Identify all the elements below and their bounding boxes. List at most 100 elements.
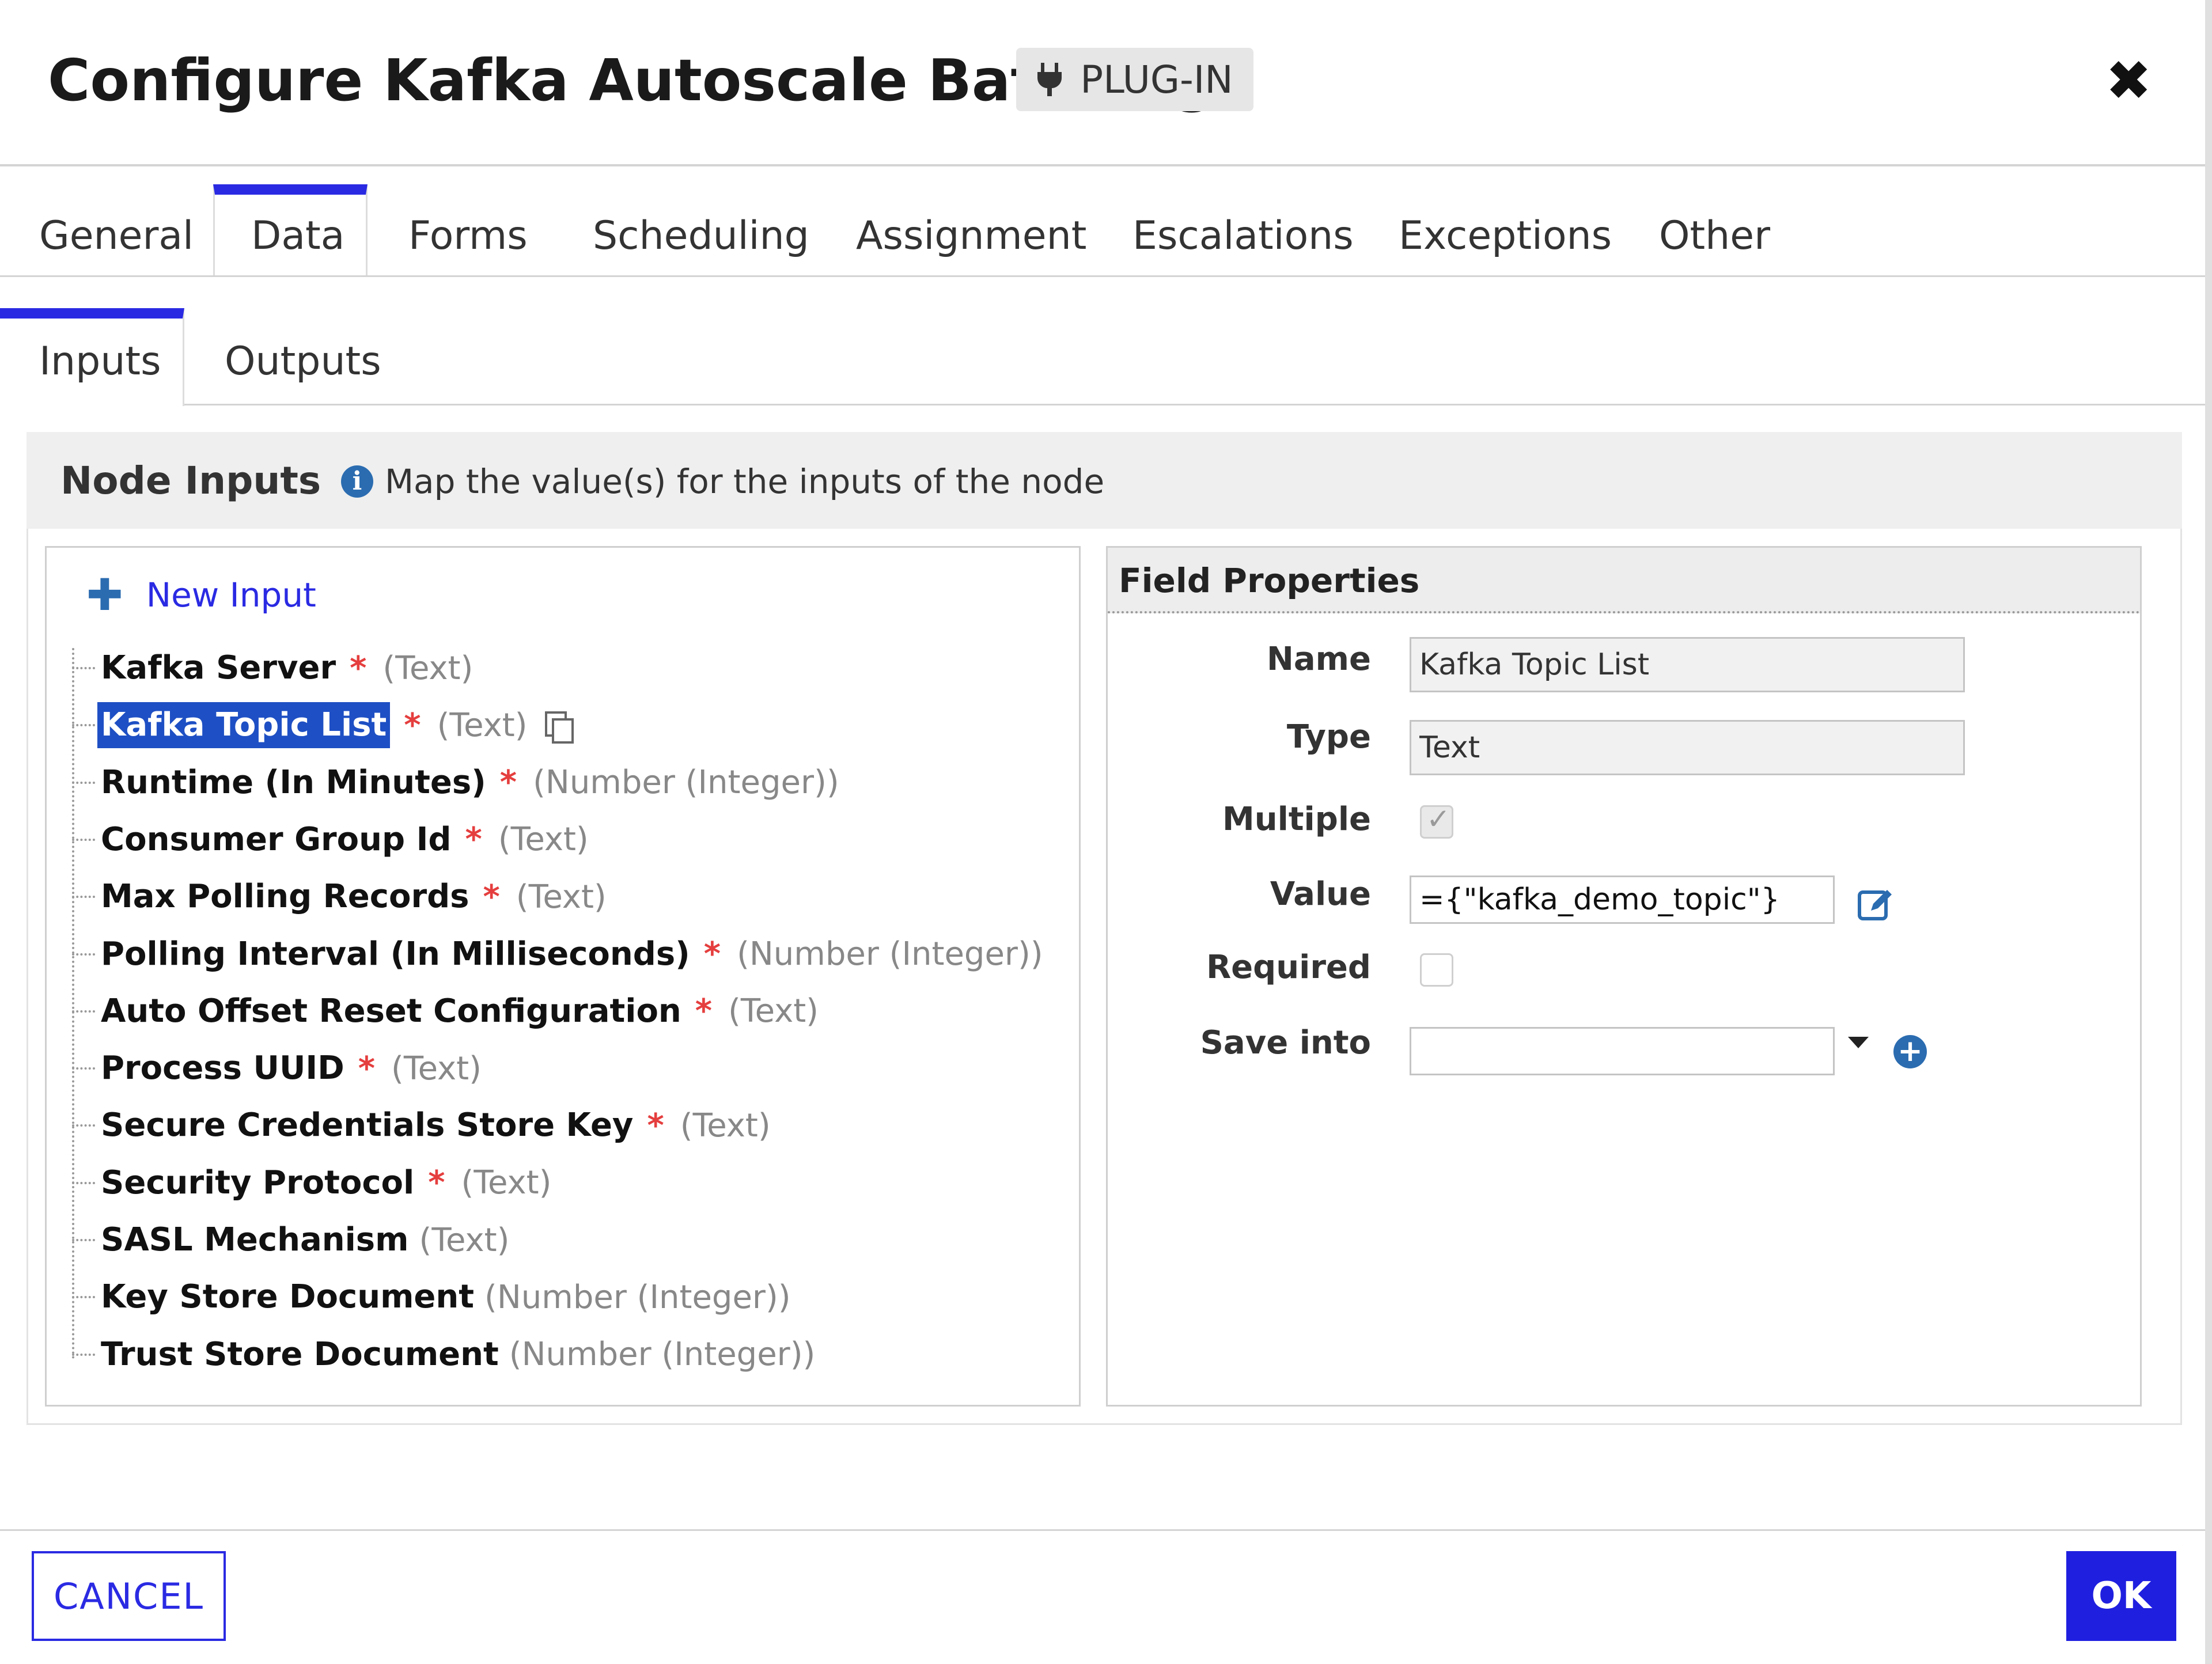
tree-item-type: (Text) (391, 1049, 482, 1087)
tab-other[interactable]: Other (1659, 213, 1770, 259)
required-marker: * (465, 821, 482, 859)
tree-item[interactable]: Trust Store Document (Number (Integer)) (72, 1329, 815, 1381)
tree-item-type: (Number (Integer)) (533, 764, 839, 802)
tree-connector-line (72, 1239, 95, 1241)
tree-connector-line (72, 838, 95, 841)
name-field[interactable] (1410, 637, 1965, 692)
tree-item[interactable]: SASL Mechanism (Text) (72, 1214, 509, 1266)
info-icon: i (341, 465, 373, 498)
tree-item-name: Security Protocol (101, 1163, 415, 1201)
tree-item-type: (Text) (382, 649, 474, 687)
plug-icon (1037, 63, 1062, 96)
tree-item-name: Key Store Document (101, 1278, 475, 1316)
tree-item-name: Max Polling Records (101, 878, 469, 916)
tree-item[interactable]: Secure Credentials Store Key * (Text) (72, 1100, 771, 1151)
tree-item[interactable]: Auto Offset Reset Configuration * (Text) (72, 985, 819, 1037)
tree-item-type: (Number (Integer)) (509, 1336, 816, 1374)
cancel-button[interactable]: CANCEL (32, 1551, 226, 1641)
plugin-badge-label: PLUG-IN (1080, 57, 1233, 102)
tree-item[interactable]: Key Store Document (Number (Integer)) (72, 1271, 791, 1323)
subtab-inputs[interactable]: Inputs (39, 339, 161, 385)
tree-item-name: Auto Offset Reset Configuration (101, 992, 681, 1030)
tree-item[interactable]: Consumer Group Id * (Text) (72, 814, 589, 866)
tree-item[interactable]: Kafka Topic List * (Text) (72, 699, 574, 751)
tree-connector-line (72, 896, 95, 899)
save-into-field[interactable] (1410, 1027, 1835, 1075)
tree-connector-line (72, 667, 95, 669)
tab-exceptions[interactable]: Exceptions (1399, 213, 1612, 259)
required-marker: * (647, 1106, 664, 1144)
tree-item-type: (Text) (437, 706, 528, 744)
required-marker: * (695, 992, 713, 1030)
window-edge (2205, 0, 2212, 1664)
tree-item-name: Kafka Topic List (97, 702, 391, 749)
tree-connector-line (72, 1010, 95, 1013)
ok-button[interactable]: OK (2066, 1551, 2176, 1641)
required-marker: * (703, 935, 721, 973)
required-marker: * (428, 1164, 445, 1202)
value-field[interactable] (1410, 875, 1835, 924)
tree-item-name: Trust Store Document (101, 1335, 499, 1373)
copy-icon[interactable] (544, 711, 574, 744)
tree-connector-line (72, 1181, 95, 1184)
tree-connector-line (72, 1124, 95, 1127)
tree-item[interactable]: Process UUID * (Text) (72, 1043, 482, 1094)
subtabs-divider (184, 404, 2205, 405)
edit-icon[interactable] (1856, 884, 1896, 924)
plugin-badge: PLUG-IN (1016, 48, 1253, 111)
tree-item-type: (Text) (516, 878, 607, 916)
header-divider (0, 164, 2205, 166)
tree-item[interactable]: Kafka Server * (Text) (72, 642, 473, 694)
tree-item-name: Secure Credentials Store Key (101, 1106, 634, 1144)
plus-icon: ✚ (86, 569, 123, 620)
required-marker: * (483, 878, 500, 916)
close-icon[interactable]: ✖ (2105, 53, 2152, 108)
tree-item-type: (Text) (728, 992, 819, 1030)
type-label: Type (1286, 718, 1371, 756)
tree-item-name: SASL Mechanism (101, 1221, 409, 1259)
tab-data[interactable]: Data (251, 213, 344, 259)
add-circle-icon[interactable]: + (1893, 1035, 1927, 1068)
tree-connector-line (72, 781, 95, 784)
tree-item-type: (Text) (461, 1164, 552, 1202)
required-label: Required (1206, 949, 1371, 986)
tree-item-name: Process UUID (101, 1049, 344, 1087)
tab-general[interactable]: General (39, 213, 194, 259)
chevron-down-icon[interactable] (1848, 1037, 1869, 1048)
tree-item-type: (Number (Integer)) (737, 935, 1043, 973)
value-label: Value (1270, 875, 1371, 913)
tab-scheduling[interactable]: Scheduling (593, 213, 809, 259)
new-input-label: New Input (146, 575, 316, 615)
tab-assignment[interactable]: Assignment (856, 213, 1086, 259)
tree-item-type: (Number (Integer)) (484, 1278, 791, 1316)
type-field[interactable] (1410, 720, 1965, 775)
tree-item-type: (Text) (498, 821, 589, 859)
tree-item-name: Runtime (In Minutes) (101, 763, 486, 801)
node-inputs-hint: Map the value(s) for the inputs of the n… (385, 462, 1105, 501)
tree-connector-line (72, 1067, 95, 1070)
tree-item-name: Consumer Group Id (101, 820, 452, 858)
required-marker: * (499, 764, 517, 802)
tabs-divider (0, 275, 2205, 277)
tree-item[interactable]: Max Polling Records * (Text) (72, 871, 607, 923)
tree-item-name: Kafka Server (101, 649, 336, 687)
tree-connector-line (72, 1296, 95, 1299)
tree-item[interactable]: Polling Interval (In Milliseconds) * (Numb… (72, 928, 1043, 980)
node-inputs-title: Node Inputs (60, 458, 321, 503)
tree-connector-line (72, 1353, 95, 1356)
tree-item[interactable]: Runtime (In Minutes) * (Number (Integer)) (72, 757, 839, 809)
save-into-label: Save into (1200, 1024, 1371, 1062)
required-checkbox[interactable] (1420, 953, 1453, 987)
new-input-button[interactable]: ✚ New Input (86, 572, 316, 618)
tab-forms[interactable]: Forms (408, 213, 528, 259)
footer-divider (0, 1529, 2205, 1531)
tree-connector-line (72, 953, 95, 956)
tree-item-name: Polling Interval (In Milliseconds) (101, 935, 690, 973)
tab-escalations[interactable]: Escalations (1132, 213, 1354, 259)
multiple-checkbox[interactable] (1420, 802, 1453, 839)
tree-item-type: (Text) (680, 1106, 771, 1144)
field-properties-title: Field Properties (1119, 561, 1420, 600)
tree-item-type: (Text) (419, 1221, 510, 1259)
tree-item[interactable]: Security Protocol * (Text) (72, 1157, 551, 1209)
subtab-outputs[interactable]: Outputs (225, 339, 381, 385)
